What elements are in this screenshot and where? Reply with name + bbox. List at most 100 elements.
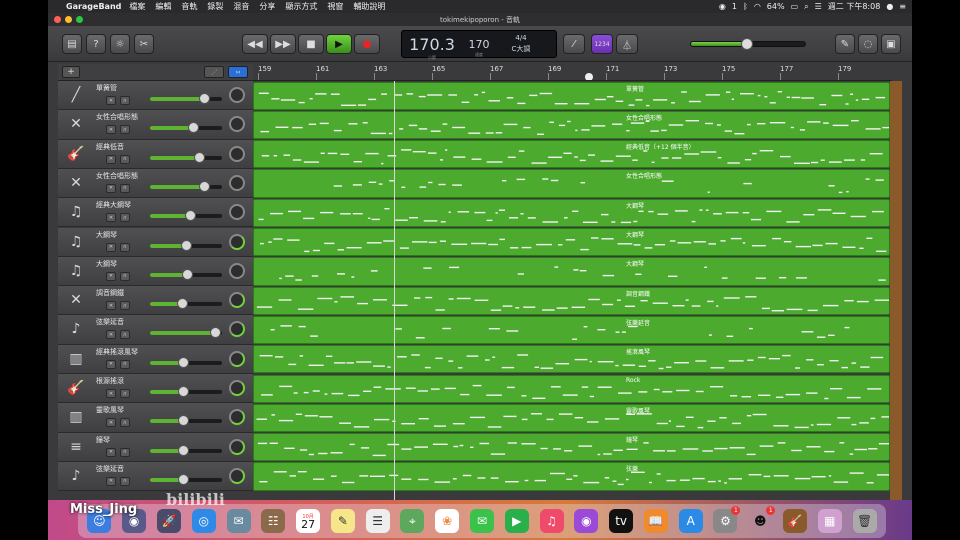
midi-region[interactable]: 靈歌風琴 bbox=[253, 403, 890, 433]
siri-icon[interactable]: ● bbox=[886, 2, 893, 11]
track-header[interactable]: ✕ 調音鋼鐵 ✕ ∩ bbox=[58, 286, 253, 316]
midi-region[interactable]: 大鋼琴 bbox=[253, 257, 890, 286]
track-header[interactable]: ♫ 經典大鋼琴 ✕ ∩ bbox=[58, 198, 253, 228]
menu-file[interactable]: 檔案 bbox=[129, 1, 145, 12]
pan-knob[interactable] bbox=[229, 174, 245, 191]
solo-button[interactable]: ∩ bbox=[120, 447, 130, 457]
solo-button[interactable]: ∩ bbox=[120, 476, 130, 486]
close-window-button[interactable] bbox=[54, 16, 61, 23]
mute-button[interactable]: ✕ bbox=[106, 330, 116, 340]
midi-region[interactable]: 大鋼琴 bbox=[253, 228, 890, 257]
track-header[interactable]: ≡ 鐘琴 ✕ ∩ bbox=[58, 432, 253, 462]
track-volume-knob[interactable] bbox=[181, 239, 192, 251]
metronome-button[interactable]: ⏃ bbox=[616, 34, 638, 54]
solo-button[interactable]: ∩ bbox=[120, 418, 130, 428]
pan-knob[interactable] bbox=[229, 116, 245, 133]
mute-button[interactable]: ✕ bbox=[106, 389, 116, 398]
music-icon[interactable]: ♫ bbox=[539, 509, 564, 533]
track-header[interactable]: ♪ 弦樂延音 ✕ ∩ bbox=[58, 315, 253, 345]
mute-button[interactable]: ✕ bbox=[106, 183, 116, 193]
menu-window[interactable]: 視窗 bbox=[327, 1, 343, 12]
menu-mix[interactable]: 混音 bbox=[233, 1, 249, 12]
track-volume-knob[interactable] bbox=[188, 122, 200, 134]
track-volume-knob[interactable] bbox=[178, 415, 190, 427]
midi-region[interactable]: 大鋼琴 bbox=[253, 198, 890, 227]
track-volume-knob[interactable] bbox=[176, 298, 188, 310]
pan-knob[interactable] bbox=[229, 409, 245, 426]
fast-forward-button[interactable]: ▶▶ bbox=[270, 34, 296, 54]
pan-knob[interactable] bbox=[229, 262, 245, 279]
midi-region[interactable]: 弦樂延音 bbox=[253, 315, 890, 345]
solo-button[interactable]: ∩ bbox=[120, 330, 130, 340]
launchpad-icon[interactable]: 🚀 bbox=[156, 509, 181, 533]
track-volume-slider[interactable] bbox=[150, 444, 222, 456]
track-header[interactable]: 🎸 根源搖滾 ✕ ∩ bbox=[58, 374, 253, 404]
track-volume-slider[interactable] bbox=[150, 151, 222, 163]
facetime-icon[interactable]: ▶ bbox=[504, 509, 529, 533]
playhead-handle[interactable] bbox=[585, 73, 593, 80]
track-volume-knob[interactable] bbox=[182, 268, 194, 280]
lcd-display[interactable]: 170.3 小節 170 速度 4/4 C大調 bbox=[401, 30, 557, 60]
pan-knob[interactable] bbox=[229, 87, 245, 103]
safari-icon[interactable]: ◎ bbox=[191, 509, 216, 533]
track-volume-slider[interactable] bbox=[150, 473, 222, 485]
pan-knob[interactable] bbox=[229, 292, 245, 309]
track-header[interactable]: ♪ 弦樂延音 ✕ ∩ bbox=[58, 461, 253, 492]
photos-icon[interactable]: ❀ bbox=[435, 509, 460, 533]
track-volume-slider[interactable] bbox=[150, 298, 222, 310]
solo-button[interactable]: ∩ bbox=[120, 96, 130, 105]
app-store-icon[interactable]: A bbox=[678, 509, 703, 533]
zoom-window-button[interactable] bbox=[76, 16, 83, 23]
solo-button[interactable]: ∩ bbox=[120, 154, 130, 164]
pan-knob[interactable] bbox=[229, 233, 245, 250]
midi-region[interactable]: 女性合唱形態 bbox=[253, 110, 890, 140]
loop-browser-button[interactable]: ◌ bbox=[858, 34, 878, 54]
track-volume-slider[interactable] bbox=[150, 268, 222, 280]
solo-button[interactable]: ∩ bbox=[120, 271, 130, 281]
contacts-icon[interactable]: ☷ bbox=[261, 509, 286, 533]
track-header[interactable]: ✕ 女性合唱形態 ✕ ∩ bbox=[58, 168, 253, 199]
pan-knob[interactable] bbox=[229, 467, 245, 484]
catch-button[interactable]: ⋰ bbox=[204, 66, 224, 78]
minimize-window-button[interactable] bbox=[65, 16, 72, 23]
midi-region[interactable]: 經典低音（+12 個半音） bbox=[253, 140, 890, 169]
clock[interactable]: 週二 下午8:08 bbox=[828, 1, 881, 12]
rewind-button[interactable]: ◀◀ bbox=[242, 34, 268, 54]
track-volume-knob[interactable] bbox=[199, 93, 210, 104]
track-volume-slider[interactable] bbox=[150, 239, 222, 251]
solo-button[interactable]: ∩ bbox=[120, 213, 130, 223]
system-preferences-icon[interactable]: ⚙ 1 bbox=[713, 506, 741, 533]
track-header[interactable]: ✕ 女性合唱形態 ✕ ∩ bbox=[58, 110, 253, 140]
track-header[interactable]: 🎸 經典低音 ✕ ∩ bbox=[58, 139, 253, 169]
timeline-ruler[interactable]: 159 161 163 165 167 169 171 173 175 177 179 bbox=[253, 64, 892, 81]
track-volume-slider[interactable] bbox=[150, 356, 222, 368]
track-header[interactable]: ▥ 經典搖滾風琴 ✕ ∩ bbox=[58, 344, 253, 374]
mute-button[interactable]: ✕ bbox=[106, 447, 116, 457]
track-volume-slider[interactable] bbox=[150, 93, 222, 104]
books-icon[interactable]: 📖 bbox=[643, 509, 668, 533]
smart-controls-button[interactable]: ☼ bbox=[110, 34, 130, 54]
podcasts-icon[interactable]: ◉ bbox=[574, 509, 599, 533]
menu-view[interactable]: 顯示方式 bbox=[285, 1, 317, 12]
master-volume-slider[interactable] bbox=[690, 38, 806, 50]
track-volume-knob[interactable] bbox=[178, 356, 190, 368]
bluetooth-icon[interactable]: ᛒ bbox=[743, 2, 748, 11]
track-volume-slider[interactable] bbox=[150, 386, 222, 397]
reminders-icon[interactable]: ☰ bbox=[365, 509, 390, 533]
mute-button[interactable]: ✕ bbox=[106, 476, 116, 486]
track-volume-slider[interactable] bbox=[150, 210, 222, 222]
media-browser-button[interactable]: ▣ bbox=[881, 34, 901, 54]
count-in-button[interactable]: 1234 bbox=[591, 34, 613, 54]
mute-button[interactable]: ✕ bbox=[106, 271, 116, 281]
track-volume-knob[interactable] bbox=[193, 151, 205, 163]
mute-button[interactable]: ✕ bbox=[106, 242, 116, 252]
mute-button[interactable]: ✕ bbox=[106, 418, 116, 428]
notes-icon[interactable]: ✎ bbox=[330, 509, 355, 533]
calendar-icon[interactable]: 10月 27 bbox=[296, 509, 321, 533]
menu-record[interactable]: 錄製 bbox=[207, 1, 223, 12]
help-button[interactable]: ? bbox=[86, 34, 106, 54]
midi-region[interactable]: 調音鋼鐵 bbox=[253, 286, 890, 315]
playhead[interactable] bbox=[394, 81, 395, 501]
pan-knob[interactable] bbox=[229, 350, 245, 367]
solo-button[interactable]: ∩ bbox=[120, 359, 130, 369]
